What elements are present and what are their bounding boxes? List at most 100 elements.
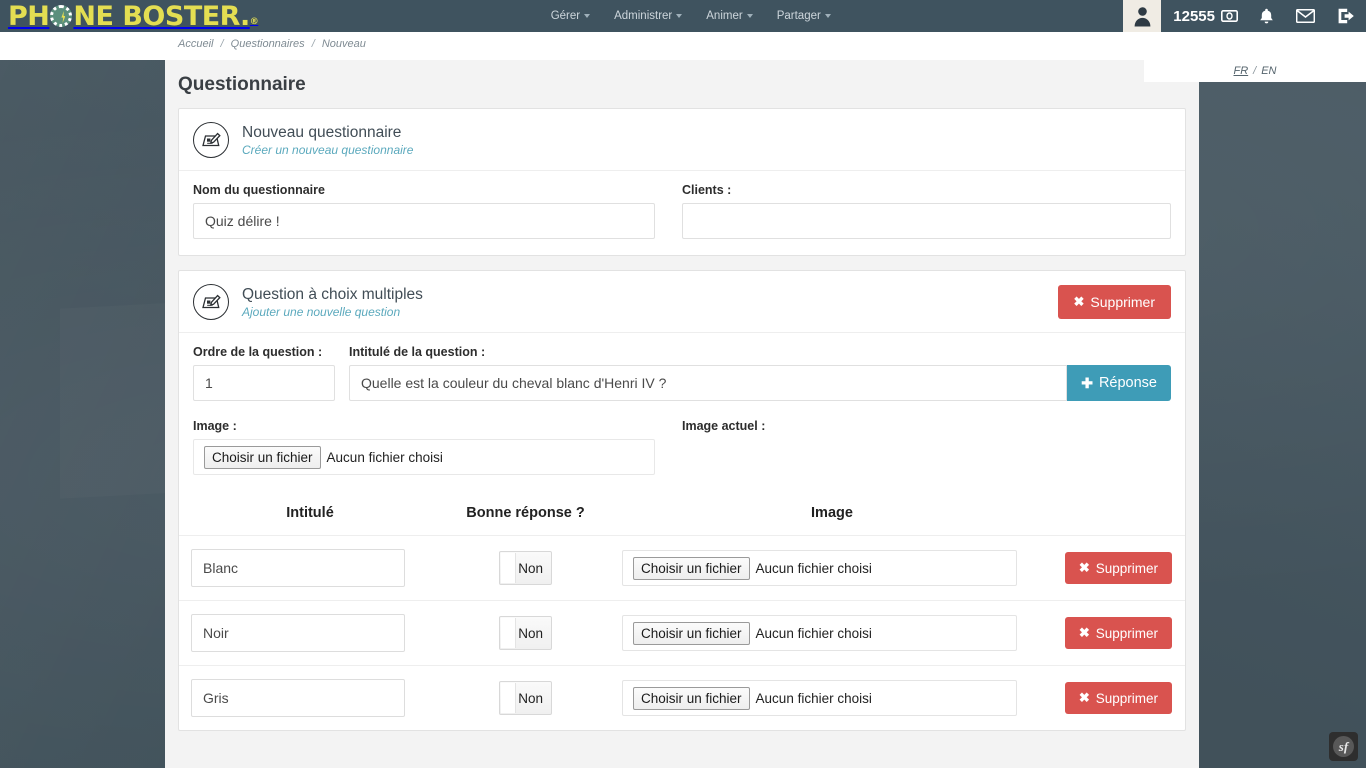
menu-item-animer[interactable]: Animer: [706, 10, 753, 22]
answers-table-header-row: Intitulé Bonne réponse ? Image: [179, 491, 1185, 536]
menu-label: Administrer: [614, 10, 673, 22]
answer-image-choose-button[interactable]: Choisir un fichier: [633, 686, 750, 710]
logo-text-part1: PH: [8, 0, 50, 32]
breadcrumb-item-accueil[interactable]: Accueil: [178, 38, 213, 50]
breadcrumb: Accueil / Questionnaires / Nouveau: [178, 38, 366, 50]
question-card-header: Question à choix multiples Ajouter une n…: [179, 271, 1185, 333]
messages-button[interactable]: [1285, 0, 1326, 32]
delete-answer-button[interactable]: ✖ Supprimer: [1064, 552, 1172, 584]
table-row: Non Choisir un fichier Aucun fichier cho…: [179, 666, 1185, 731]
questionnaire-card-body: Nom du questionnaire Clients :: [179, 171, 1185, 255]
answer-correct-select[interactable]: Non: [499, 681, 552, 715]
delete-answer-button[interactable]: ✖ Supprimer: [1064, 617, 1172, 649]
answer-image-filename: Aucun fichier choisi: [755, 560, 872, 576]
menu-item-gerer[interactable]: Gérer: [551, 10, 591, 22]
language-separator: /: [1253, 65, 1257, 77]
current-image-group: Image actuel :: [682, 419, 1171, 475]
answer-image-choose-button[interactable]: Choisir un fichier: [633, 556, 750, 580]
questionnaire-card: Nouveau questionnaire Créer un nouveau q…: [178, 108, 1186, 256]
column-header-image: Image: [622, 491, 1042, 536]
answer-correct-value: Non: [518, 690, 543, 706]
answer-correct-value: Non: [518, 625, 543, 641]
table-row: Non Choisir un fichier Aucun fichier cho…: [179, 600, 1185, 666]
menu-item-administrer[interactable]: Administrer: [614, 10, 683, 22]
logo-text-part2: NE B: [73, 0, 143, 32]
chevron-down-icon: [824, 14, 831, 18]
delete-question-button[interactable]: ✖ Supprimer: [1057, 285, 1171, 319]
avatar[interactable]: [1123, 0, 1162, 32]
delete-answer-button[interactable]: ✖ Supprimer: [1064, 682, 1172, 714]
plus-icon: ✚: [1081, 374, 1093, 391]
chevron-down-icon: [676, 14, 683, 18]
answer-image-filename: Aucun fichier choisi: [755, 690, 872, 706]
envelope-icon: [1296, 9, 1315, 23]
language-switcher: FR / EN: [1144, 60, 1366, 82]
phone-circle-icon: [50, 5, 73, 27]
answer-intitule-input[interactable]: [191, 679, 405, 717]
symfony-logo-icon: sf: [1333, 736, 1354, 757]
question-image-label: Image :: [193, 419, 237, 433]
clients-input[interactable]: [682, 203, 1171, 239]
delete-answer-label: Supprimer: [1095, 625, 1158, 641]
question-card-title: Question à choix multiples: [242, 285, 423, 303]
logo-dot: .: [239, 0, 250, 32]
question-card: Question à choix multiples Ajouter une n…: [178, 270, 1186, 731]
top-navigation-bar: PH NE B OSTER. ® Gérer Administrer Animer P…: [0, 0, 1366, 32]
page-title: Questionnaire: [178, 74, 306, 95]
question-title-group: Intitulé de la question : ✚ Réponse: [349, 345, 1171, 401]
questionnaire-name-group: Nom du questionnaire: [193, 183, 682, 239]
answer-correct-select[interactable]: Non: [499, 616, 552, 650]
user-avatar-icon: [1134, 6, 1151, 26]
answer-intitule-input[interactable]: [191, 614, 405, 652]
question-image-file-input[interactable]: Choisir un fichier Aucun fichier choisi: [193, 439, 655, 475]
symfony-debug-toolbar-button[interactable]: sf: [1329, 732, 1358, 761]
language-option-fr[interactable]: FR: [1233, 65, 1248, 77]
question-title-label: Intitulé de la question :: [349, 345, 486, 359]
question-order-input[interactable]: [193, 365, 335, 401]
times-icon: ✖: [1078, 625, 1090, 640]
answer-image-file-input[interactable]: Choisir un fichier Aucun fichier choisi: [622, 550, 1017, 586]
column-header-actions: [1042, 491, 1185, 536]
question-order-label: Ordre de la question :: [193, 345, 323, 359]
main-menu: Gérer Administrer Animer Partager: [258, 0, 1123, 32]
logout-button[interactable]: [1326, 0, 1366, 32]
notifications-button[interactable]: [1248, 0, 1285, 32]
chevron-down-icon: [584, 14, 591, 18]
menu-label: Animer: [706, 10, 743, 22]
breadcrumb-separator: /: [311, 38, 315, 50]
current-image-label: Image actuel :: [682, 419, 766, 433]
question-title-input[interactable]: [349, 365, 1068, 401]
language-option-en[interactable]: EN: [1261, 65, 1276, 77]
times-icon: ✖: [1078, 690, 1090, 705]
breadcrumb-item-questionnaires[interactable]: Questionnaires: [231, 38, 305, 50]
answer-image-file-input[interactable]: Choisir un fichier Aucun fichier choisi: [622, 615, 1017, 651]
breadcrumb-separator: /: [220, 38, 224, 50]
logout-icon: [1338, 8, 1354, 24]
answer-image-file-input[interactable]: Choisir un fichier Aucun fichier choisi: [622, 680, 1017, 716]
answer-correct-select[interactable]: Non: [499, 551, 552, 585]
question-order-group: Ordre de la question :: [193, 345, 335, 401]
add-answer-button[interactable]: ✚ Réponse: [1067, 365, 1171, 401]
chevron-down-icon: [746, 14, 753, 18]
times-icon: ✖: [1078, 560, 1090, 575]
question-image-filename: Aucun fichier choisi: [326, 449, 443, 465]
credits-display[interactable]: 12555: [1161, 0, 1248, 32]
logo-text-part3: OSTER: [142, 0, 240, 32]
delete-answer-label: Supprimer: [1095, 690, 1158, 706]
answer-intitule-input[interactable]: [191, 549, 405, 587]
answer-image-choose-button[interactable]: Choisir un fichier: [633, 621, 750, 645]
edit-form-icon: [193, 122, 229, 158]
question-image-group: Image : Choisir un fichier Aucun fichier…: [193, 419, 682, 475]
main-content-panel: Questionnaire Nouveau questionnaire Crée…: [165, 60, 1199, 768]
question-image-choose-button[interactable]: Choisir un fichier: [204, 445, 321, 469]
questionnaire-card-title: Nouveau questionnaire: [242, 123, 402, 141]
questionnaire-name-label: Nom du questionnaire: [193, 183, 325, 197]
menu-item-partager[interactable]: Partager: [777, 10, 831, 22]
menu-label: Partager: [776, 10, 821, 22]
app-logo[interactable]: PH NE B OSTER. ®: [0, 0, 259, 32]
questionnaire-name-input[interactable]: [193, 203, 655, 239]
breadcrumb-item-nouveau[interactable]: Nouveau: [322, 38, 366, 50]
table-row: Non Choisir un fichier Aucun fichier cho…: [179, 535, 1185, 601]
times-icon: ✖: [1073, 294, 1085, 309]
credits-amount: 12555: [1173, 7, 1215, 25]
